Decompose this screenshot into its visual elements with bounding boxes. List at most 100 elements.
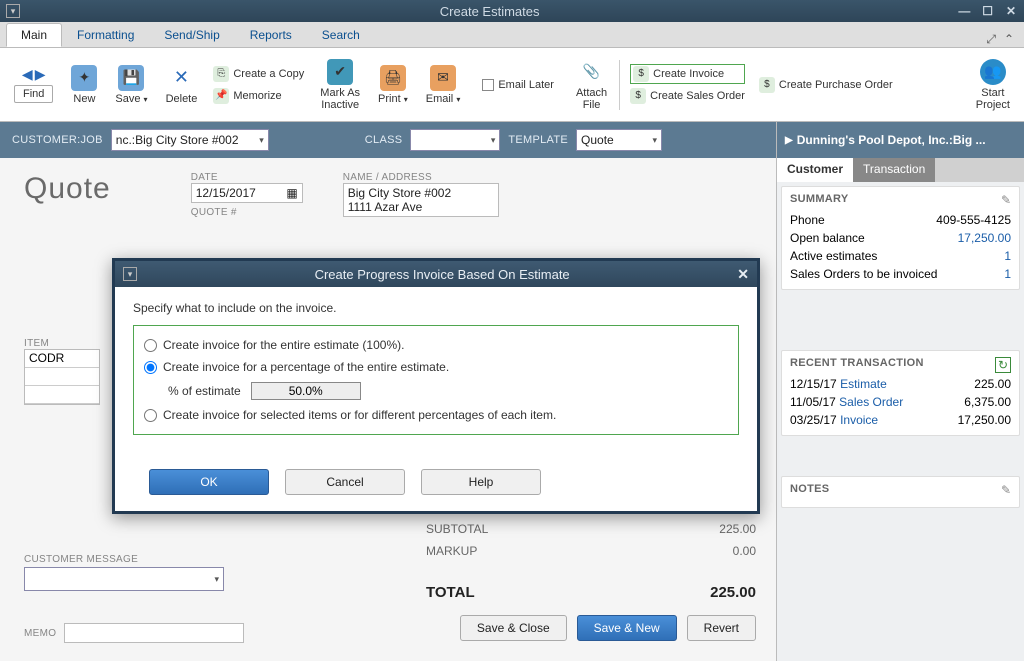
tab-reports[interactable]: Reports xyxy=(235,23,307,47)
find-label[interactable]: Find xyxy=(14,85,53,103)
side-tabs: Customer Transaction xyxy=(777,158,1024,182)
tab-sendship[interactable]: Send/Ship xyxy=(149,23,234,47)
refresh-icon[interactable]: ↻ xyxy=(995,357,1011,373)
find-button[interactable]: ◀▶ Find xyxy=(8,66,59,103)
help-button[interactable]: Help xyxy=(421,469,541,495)
form-header: CUSTOMER:JOB nc.:Big City Store #002▾ CL… xyxy=(0,122,776,158)
option-selected-items[interactable]: Create invoice for selected items or for… xyxy=(144,404,728,426)
create-sales-order-button[interactable]: $Create Sales Order xyxy=(630,86,745,106)
radio-percentage[interactable] xyxy=(144,361,157,374)
save-close-button[interactable]: Save & Close xyxy=(460,615,567,641)
sales-order-icon: $ xyxy=(630,88,646,104)
customer-job-label: CUSTOMER:JOB xyxy=(12,134,103,146)
cancel-button[interactable]: Cancel xyxy=(285,469,405,495)
delete-button[interactable]: ✕ Delete xyxy=(160,65,204,105)
save-button[interactable]: 💾 Save ▾ xyxy=(109,65,153,105)
so-invoiced-link[interactable]: 1 xyxy=(1004,267,1011,281)
subtotal-value: 225.00 xyxy=(719,522,756,536)
item-grid[interactable]: CODR xyxy=(24,349,100,405)
start-project-button[interactable]: 👥 Start Project xyxy=(970,59,1016,111)
copy-icon: ⎘ xyxy=(213,66,229,82)
option-entire[interactable]: Create invoice for the entire estimate (… xyxy=(144,334,728,356)
memorize-button[interactable]: 📌Memorize xyxy=(213,86,304,106)
customer-job-combo[interactable]: nc.:Big City Store #002▾ xyxy=(111,129,269,151)
name-address-field[interactable]: Big City Store #002 1111 Azar Ave xyxy=(343,183,499,217)
email-later-checkbox[interactable]: Email Later xyxy=(482,77,554,93)
side-panel-header[interactable]: ▶ Dunning's Pool Depot, Inc.:Big ... xyxy=(777,122,1024,158)
total-label: TOTAL xyxy=(426,584,475,601)
dialog-title: Create Progress Invoice Based On Estimat… xyxy=(147,267,737,282)
chevron-down-icon: ▾ xyxy=(259,135,264,146)
class-combo[interactable]: ▾ xyxy=(410,129,500,151)
calendar-icon[interactable]: ▦ xyxy=(286,186,297,200)
radio-selected[interactable] xyxy=(144,409,157,422)
window-title: Create Estimates xyxy=(28,4,951,19)
tab-main[interactable]: Main xyxy=(6,23,62,47)
save-new-button[interactable]: Save & New xyxy=(577,615,677,641)
recent-row[interactable]: 11/05/17 Sales Order6,375.00 xyxy=(790,393,1011,411)
radio-entire[interactable] xyxy=(144,339,157,352)
tab-search[interactable]: Search xyxy=(307,23,375,47)
invoice-icon: $ xyxy=(633,66,649,82)
tab-formatting[interactable]: Formatting xyxy=(62,23,149,47)
new-button[interactable]: ✦ New xyxy=(65,65,103,105)
chevron-down-icon: ▾ xyxy=(653,135,658,146)
template-combo[interactable]: Quote▾ xyxy=(576,129,662,151)
memorize-icon: 📌 xyxy=(213,88,229,104)
customer-message-combo[interactable]: ▾ xyxy=(24,567,224,591)
recent-row[interactable]: 03/25/17 Invoice17,250.00 xyxy=(790,411,1011,429)
delete-icon: ✕ xyxy=(168,65,194,91)
edit-icon[interactable]: ✎ xyxy=(1001,193,1011,207)
pct-input[interactable] xyxy=(251,382,361,400)
attach-file-button[interactable]: 📎 Attach File xyxy=(570,59,613,111)
side-panel: ▶ Dunning's Pool Depot, Inc.:Big ... Cus… xyxy=(776,122,1024,661)
save-icon: 💾 xyxy=(118,65,144,91)
checkbox-icon[interactable] xyxy=(482,79,494,91)
markup-label: MARKUP xyxy=(426,544,477,558)
chevron-down-icon: ▾ xyxy=(214,574,219,585)
create-po-button[interactable]: $Create Purchase Order xyxy=(759,75,893,95)
active-estimates-link[interactable]: 1 xyxy=(1004,249,1011,263)
create-invoice-button[interactable]: $Create Invoice xyxy=(630,64,745,84)
item-cell[interactable]: CODR xyxy=(25,350,99,368)
open-balance-label: Open balance xyxy=(790,231,865,245)
template-label: TEMPLATE xyxy=(508,134,568,146)
print-button[interactable]: 🖨 Print ▾ xyxy=(372,65,414,105)
totals: SUBTOTAL225.00 MARKUP0.00 TOTAL225.00 xyxy=(426,518,756,605)
active-estimates-label: Active estimates xyxy=(790,249,877,263)
dialog-close-icon[interactable]: ✕ xyxy=(737,266,749,283)
quote-no-label: QUOTE # xyxy=(191,207,303,218)
create-copy-button[interactable]: ⎘Create a Copy xyxy=(213,64,304,84)
recent-row[interactable]: 12/15/17 Estimate225.00 xyxy=(790,375,1011,393)
item-cell-empty[interactable] xyxy=(25,368,99,386)
collapse-ribbon-icon[interactable]: ⌃ xyxy=(1004,32,1014,47)
email-button[interactable]: ✉ Email ▾ xyxy=(420,65,467,105)
open-balance-link[interactable]: 17,250.00 xyxy=(958,231,1011,245)
minimize-button[interactable]: — xyxy=(957,4,971,18)
chevron-down-icon: ▾ xyxy=(491,135,496,146)
mark-inactive-button[interactable]: ✔ Mark As Inactive xyxy=(314,59,366,111)
email-icon: ✉ xyxy=(430,65,456,91)
expand-icon[interactable]: ⤢ xyxy=(986,32,996,47)
side-tab-customer[interactable]: Customer xyxy=(777,158,853,182)
side-tab-transaction[interactable]: Transaction xyxy=(853,158,935,182)
recent-section: ↻ RECENT TRANSACTION 12/15/17 Estimate22… xyxy=(781,350,1020,436)
option-percentage[interactable]: Create invoice for a percentage of the e… xyxy=(144,356,728,378)
revert-button[interactable]: Revert xyxy=(687,615,756,641)
percentage-row: % of estimate xyxy=(144,378,728,404)
window-menu-icon[interactable]: ▾ xyxy=(6,4,20,18)
window-titlebar: ▾ Create Estimates — ☐ ✕ xyxy=(0,0,1024,22)
memo-field[interactable] xyxy=(64,623,244,643)
dialog-titlebar: ▾ Create Progress Invoice Based On Estim… xyxy=(115,261,757,287)
close-button[interactable]: ✕ xyxy=(1004,4,1018,18)
item-cell-empty[interactable] xyxy=(25,386,99,404)
edit-icon[interactable]: ✎ xyxy=(1001,483,1011,497)
chevron-down-icon[interactable]: ▾ xyxy=(144,95,148,104)
date-field[interactable]: 12/15/2017 ▦ xyxy=(191,183,303,203)
dialog-menu-icon[interactable]: ▾ xyxy=(123,267,137,281)
dialog-instruction: Specify what to include on the invoice. xyxy=(133,301,739,315)
ok-button[interactable]: OK xyxy=(149,469,269,495)
memo-label: MEMO xyxy=(24,628,56,639)
subtotal-label: SUBTOTAL xyxy=(426,522,488,536)
maximize-button[interactable]: ☐ xyxy=(981,4,995,18)
